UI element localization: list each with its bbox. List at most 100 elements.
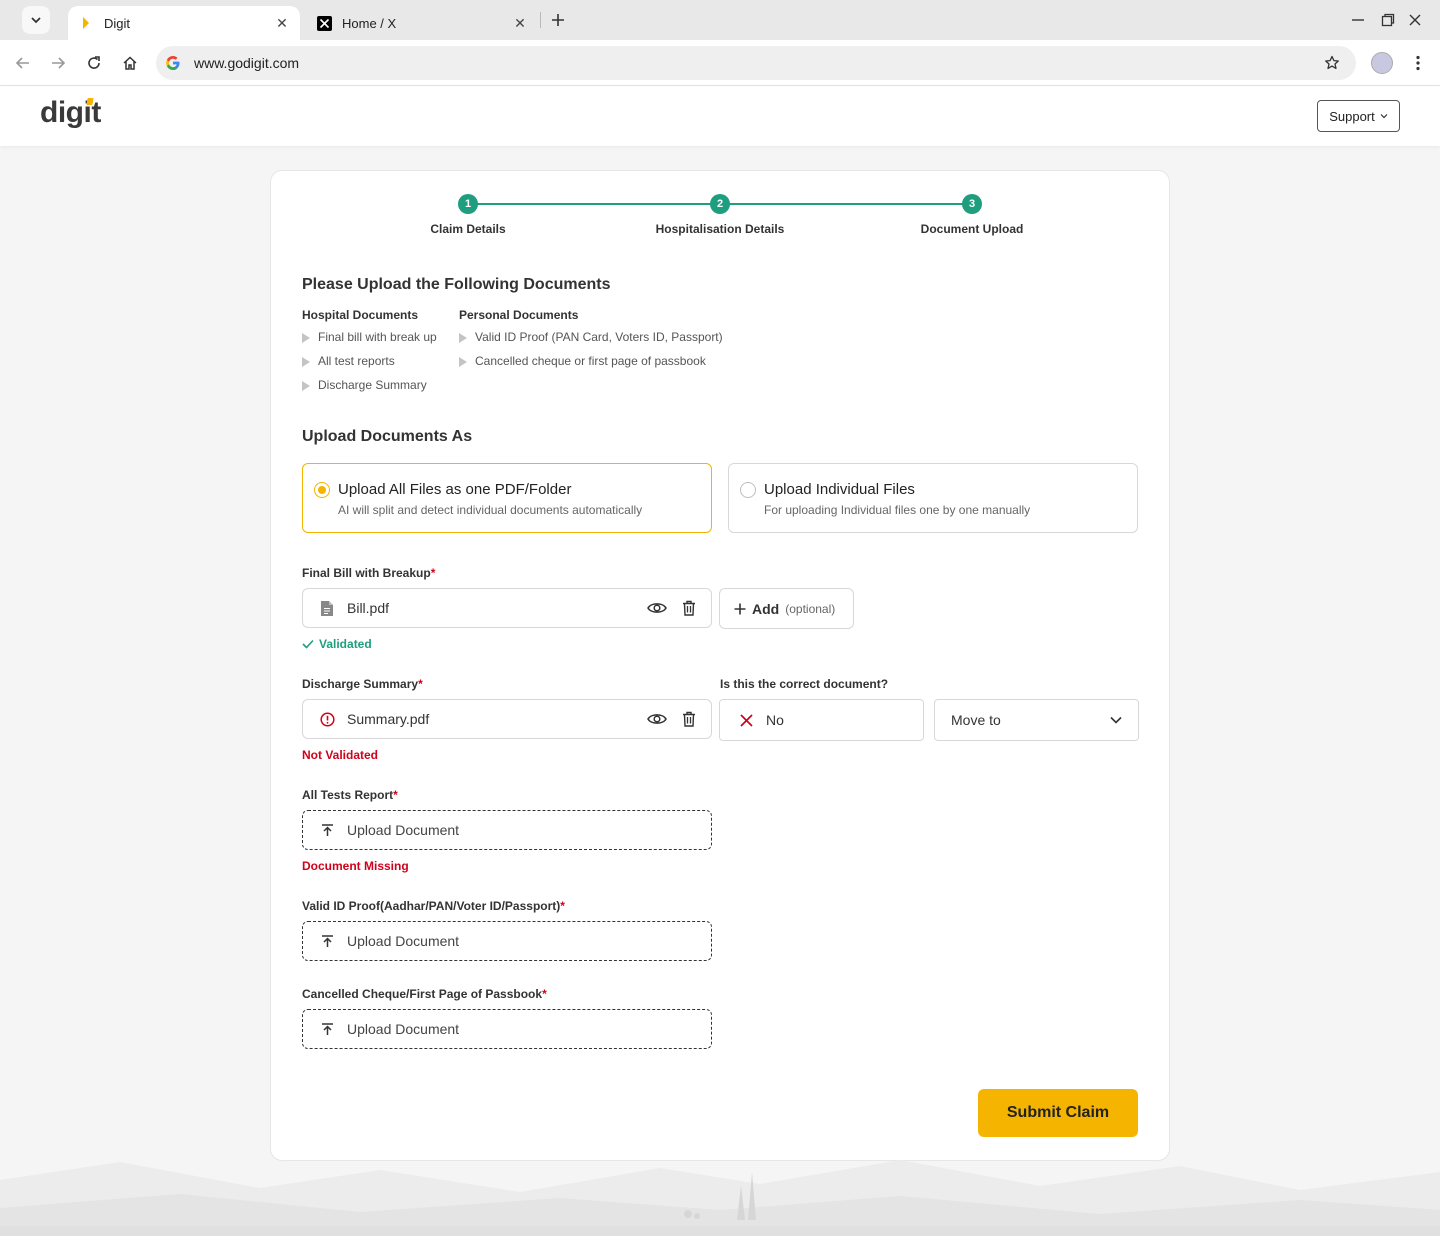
id-proof-label: Valid ID Proof(Aadhar/PAN/Voter ID/Passp… xyxy=(302,899,565,913)
document-icon xyxy=(319,599,335,617)
home-button[interactable] xyxy=(119,52,141,74)
step-2-dot[interactable]: 2 xyxy=(710,194,730,214)
label-text: Cancelled Cheque/First Page of Passbook xyxy=(302,987,543,1001)
personal-documents-heading: Personal Documents xyxy=(459,308,579,322)
new-tab-button[interactable] xyxy=(548,10,568,30)
bullet-triangle-icon xyxy=(459,333,467,343)
reload-icon xyxy=(88,56,100,69)
step-1-dot[interactable]: 1 xyxy=(458,194,478,214)
status-text: Validated xyxy=(319,637,372,651)
claim-form-card: 1 2 3 Claim Details Hospitalisation Deta… xyxy=(270,170,1170,1161)
x-favicon-icon xyxy=(316,15,332,31)
list-item-text: All test reports xyxy=(318,354,395,368)
label-text: Final Bill with Breakup xyxy=(302,566,431,580)
tab-x-home[interactable]: Home / X ✕ xyxy=(306,6,538,40)
reload-button[interactable] xyxy=(83,52,105,74)
digit-logo[interactable]: digit xyxy=(40,96,101,130)
arrow-left-icon xyxy=(15,57,29,69)
document-missing-status: Document Missing xyxy=(302,859,409,873)
id-proof-upload[interactable]: Upload Document xyxy=(302,921,712,961)
documents-heading: Please Upload the Following Documents xyxy=(302,276,611,293)
support-button[interactable]: Support xyxy=(1317,100,1400,132)
option-title: Upload Individual Files xyxy=(764,481,915,498)
back-button[interactable] xyxy=(12,52,34,74)
upload-icon xyxy=(319,822,335,838)
tab-digit[interactable]: Digit ✕ xyxy=(68,6,300,40)
list-item: Cancelled cheque or first page of passbo… xyxy=(459,354,723,378)
arrow-right-icon xyxy=(52,57,66,69)
step-1-label: Claim Details xyxy=(430,222,506,236)
cheque-upload[interactable]: Upload Document xyxy=(302,1009,712,1049)
tab-title: Home / X xyxy=(342,15,397,31)
profile-avatar[interactable] xyxy=(1371,52,1393,74)
support-label: Support xyxy=(1329,108,1375,124)
browser-menu-button[interactable] xyxy=(1408,52,1428,74)
upload-all-option[interactable]: Upload All Files as one PDF/Folder AI wi… xyxy=(302,463,712,533)
close-window-button[interactable] xyxy=(1405,10,1425,30)
label-text: All Tests Report xyxy=(302,788,394,802)
required-marker: * xyxy=(560,899,565,913)
restore-icon xyxy=(1381,13,1395,27)
correct-document-question: Is this the correct document? xyxy=(720,677,889,691)
logo-accent xyxy=(86,98,94,105)
minimize-button[interactable] xyxy=(1348,10,1368,30)
restore-button[interactable] xyxy=(1378,10,1398,30)
omnibox[interactable]: www.godigit.com xyxy=(156,46,1356,80)
home-icon xyxy=(123,56,137,70)
upload-individual-option[interactable]: Upload Individual Files For uploading In… xyxy=(728,463,1138,533)
radio-button[interactable] xyxy=(740,482,756,498)
google-icon xyxy=(164,54,182,72)
list-item-text: Discharge Summary xyxy=(318,378,427,392)
bullet-triangle-icon xyxy=(302,333,310,343)
bookmark-star-icon[interactable] xyxy=(1322,53,1342,73)
check-icon xyxy=(302,639,314,649)
address-bar-row: www.godigit.com xyxy=(0,40,1440,86)
site-header: digit Support xyxy=(0,86,1440,146)
forward-button[interactable] xyxy=(47,52,69,74)
upload-as-heading: Upload Documents As xyxy=(302,428,473,445)
tab-search-button[interactable] xyxy=(22,6,50,34)
close-tab-icon[interactable]: ✕ xyxy=(510,13,530,33)
required-marker: * xyxy=(393,788,398,802)
add-optional-button[interactable]: Add (optional) xyxy=(719,588,854,629)
tab-title: Digit xyxy=(104,15,131,31)
plus-icon xyxy=(552,14,564,26)
upload-text: Upload Document xyxy=(347,822,460,838)
upload-text: Upload Document xyxy=(347,1021,460,1037)
move-to-dropdown[interactable]: Move to xyxy=(934,699,1139,741)
tab-separator xyxy=(540,12,541,28)
submit-claim-button[interactable]: Submit Claim xyxy=(978,1089,1138,1137)
minimize-icon xyxy=(1352,19,1364,21)
upload-text: Upload Document xyxy=(347,933,460,949)
option-subtitle: AI will split and detect individual docu… xyxy=(338,503,643,517)
eye-icon[interactable] xyxy=(647,709,667,729)
step-3-label: Document Upload xyxy=(920,222,1024,236)
error-circle-icon xyxy=(319,710,335,728)
label-text: Discharge Summary xyxy=(302,677,419,691)
list-item-text: Final bill with break up xyxy=(318,330,437,344)
url-text[interactable]: www.godigit.com xyxy=(194,55,1322,71)
eye-icon[interactable] xyxy=(647,598,667,618)
list-item: Discharge Summary xyxy=(302,378,437,402)
bullet-triangle-icon xyxy=(302,381,310,391)
list-item: Valid ID Proof (PAN Card, Voters ID, Pas… xyxy=(459,330,723,354)
not-validated-status: Not Validated xyxy=(302,748,379,762)
trash-icon[interactable] xyxy=(679,598,699,618)
chevron-down-icon xyxy=(1380,114,1388,119)
required-marker: * xyxy=(542,987,547,1001)
correct-document-answer[interactable]: No xyxy=(719,699,924,741)
tests-report-upload[interactable]: Upload Document xyxy=(302,810,712,850)
step-3-dot[interactable]: 3 xyxy=(962,194,982,214)
label-text: Valid ID Proof(Aadhar/PAN/Voter ID/Passp… xyxy=(302,899,561,913)
personal-documents-list: Personal Documents Valid ID Proof (PAN C… xyxy=(459,308,723,378)
trash-icon[interactable] xyxy=(679,709,699,729)
list-item-text: Cancelled cheque or first page of passbo… xyxy=(475,354,706,368)
tests-report-label: All Tests Report* xyxy=(302,788,398,802)
upload-icon xyxy=(319,933,335,949)
radio-button-selected[interactable] xyxy=(314,482,330,498)
close-icon xyxy=(738,712,754,728)
close-icon xyxy=(1409,14,1421,26)
digit-favicon-icon xyxy=(78,15,94,31)
option-subtitle: For uploading Individual files one by on… xyxy=(764,503,1031,517)
close-tab-icon[interactable]: ✕ xyxy=(272,13,292,33)
